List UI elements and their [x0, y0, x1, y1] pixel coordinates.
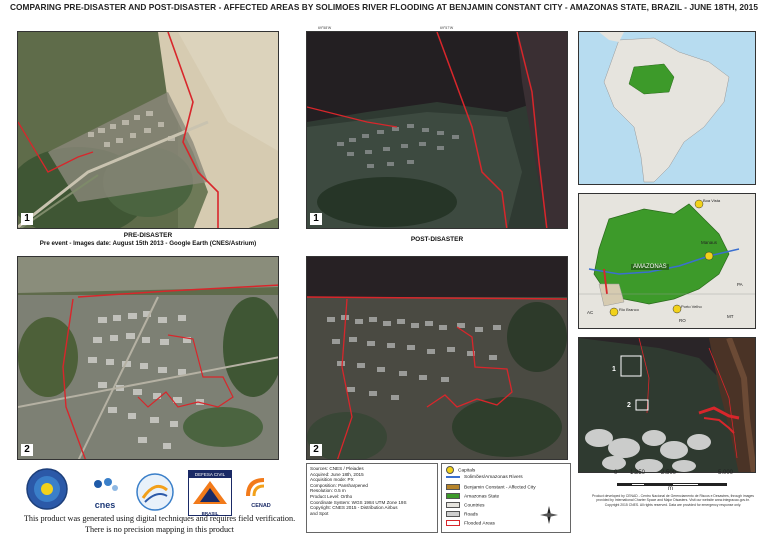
coordinate-tick: 69°57'W [440, 26, 454, 30]
amazonas-state-image [579, 194, 755, 328]
post-disaster-image-1 [307, 32, 567, 228]
legend-item-rivers: Solimões/Amazonas Rivers [446, 475, 566, 484]
scalebar [617, 478, 727, 486]
boa-vista-label: Boa Vista [703, 198, 721, 203]
pre-disaster-panel-1[interactable]: 1 [17, 31, 279, 229]
cenad-logo: CENAD [240, 476, 282, 512]
pre-disaster-image-2 [18, 257, 278, 459]
capital-symbol-icon [446, 466, 454, 474]
defesa-civil-logo: DEFESA CIVIL BRASIL [188, 470, 232, 516]
ro-label: RO [679, 318, 686, 323]
overview-satellite-map[interactable]: 1 2 [578, 337, 756, 473]
porto-velho-label: Porto Velho [681, 304, 702, 309]
rio-branco-label: Rio Branco [619, 307, 639, 312]
panel-number-badge: 1 [310, 213, 322, 225]
scalebar-tick-1: 1.250 [630, 470, 646, 476]
overview-satellite-image [579, 338, 755, 472]
cnes-logo: cnes [88, 474, 122, 510]
post-disaster-panel-1[interactable]: 1 [306, 31, 568, 229]
river-line-icon [446, 475, 460, 478]
ac-label: AC [587, 310, 594, 315]
metadata-box: Sources: CNES / Pleiades Acquired: June … [306, 463, 438, 533]
roads-swatch-icon [446, 511, 460, 517]
map-title: COMPARING PRE-DISASTER AND POST-DISASTER… [10, 2, 758, 12]
cnes-logo-text: cnes [94, 500, 116, 510]
credits-text: Product developed by CENAD - Centro Naci… [592, 494, 754, 507]
overview-box-1-label: 1 [612, 366, 616, 373]
countries-swatch-icon [446, 502, 460, 508]
north-arrow-icon [540, 506, 558, 524]
defesa-civil-text: DEFESA CIVIL [189, 471, 231, 478]
flooded-swatch-icon [446, 520, 460, 526]
cenad-logo-text: CENAD [251, 503, 271, 509]
legend-item-capitals: Capitals [446, 466, 566, 475]
south-america-locator-image [579, 32, 755, 184]
legend-item-state: Amazonas State [446, 493, 566, 502]
scalebar-unit: m [668, 486, 673, 492]
post-disaster-image-2 [307, 257, 567, 459]
amazonas-state-map[interactable]: AMAZONAS Manaus Boa Vista Rio Branco Por… [578, 193, 756, 329]
pre-disaster-caption-title: PRE-DISASTER [123, 232, 173, 239]
state-swatch-icon [446, 493, 460, 499]
state-label: AMAZONAS [631, 264, 669, 270]
pre-disaster-panel-2[interactable]: 2 [17, 256, 279, 460]
coordinate-tick: 69°58'W [318, 26, 332, 30]
metadata-line: and Spot [310, 510, 329, 516]
pre-disaster-caption-sub: Pre event - Images date: August 15th 201… [39, 240, 257, 247]
city-swatch-icon [446, 484, 460, 490]
scalebar-tick-0: 0 [614, 470, 618, 476]
scalebar-tick-2: 2.500 [661, 470, 677, 476]
panel-number-badge: 2 [310, 444, 322, 456]
panel-number-badge: 1 [21, 213, 33, 225]
panel-number-badge: 2 [21, 444, 33, 456]
post-disaster-panel-2[interactable]: 2 [306, 256, 568, 460]
pa-label: PA [737, 282, 743, 287]
mt-label: MT [727, 314, 734, 319]
manaus-label: Manaus [701, 240, 718, 245]
footer-line-1: This product was generated using digital… [23, 514, 296, 523]
south-america-locator-map[interactable] [578, 31, 756, 185]
logo-emblem-icon [26, 468, 68, 510]
pre-disaster-image-1 [18, 32, 278, 228]
legend-item-city: Benjamin Constant - Affected City [446, 484, 566, 493]
wpc-logo-icon [135, 472, 175, 512]
footer-line-2: There is no precision mapping in this pr… [85, 525, 234, 534]
post-disaster-caption-title: POST-DISASTER [410, 236, 464, 243]
scalebar-tick-3: 5.000 [718, 470, 734, 476]
overview-box-2-label: 2 [627, 402, 631, 409]
